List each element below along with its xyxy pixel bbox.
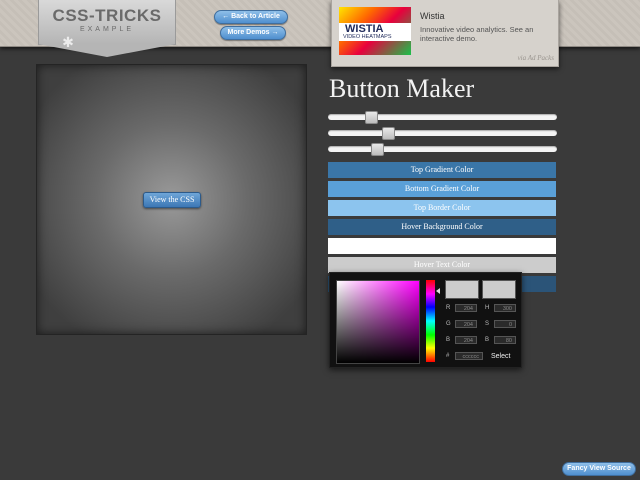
slider-2-handle[interactable] <box>382 127 395 140</box>
s-label: S <box>485 321 490 327</box>
ad-description: Innovative video analytics. See an inter… <box>420 25 534 43</box>
ad-image[interactable]: WISTIA VIDEO HEATMAPS <box>339 7 411 55</box>
h-field[interactable]: 300 <box>494 304 516 312</box>
slider-1[interactable] <box>328 111 557 124</box>
g-label: G <box>446 321 451 327</box>
more-demos-button[interactable]: More Demos → <box>220 26 286 40</box>
top-border-color-button[interactable]: Top Border Color <box>328 200 556 216</box>
s-field[interactable]: 0 <box>494 320 516 328</box>
select-button[interactable]: Select <box>491 353 510 360</box>
site-logo[interactable]: CSS-TRICKS EXAMPLE <box>38 0 176 45</box>
new-color-swatch <box>445 280 479 299</box>
brightness-label: B <box>485 337 490 343</box>
hex-label: # <box>446 353 450 359</box>
slider-3[interactable] <box>328 143 557 156</box>
fancy-view-source-button[interactable]: Fancy View Source <box>562 462 636 476</box>
text-color-button[interactable]: Text Color <box>328 238 556 254</box>
slider-3-handle[interactable] <box>371 143 384 156</box>
b-field[interactable]: 204 <box>455 336 477 344</box>
hover-text-color-button[interactable]: Hover Text Color <box>328 257 556 273</box>
ad-banner[interactable]: WISTIA VIDEO HEATMAPS Wistia Innovative … <box>331 0 559 67</box>
b-label: B <box>446 337 451 343</box>
r-label: R <box>446 305 451 311</box>
view-css-button[interactable]: View the CSS <box>143 192 201 208</box>
ad-tagline: VIDEO HEATMAPS <box>343 34 392 40</box>
slider-2[interactable] <box>328 127 557 140</box>
ad-via-link[interactable]: via Ad Packs <box>518 54 554 62</box>
brightness-field[interactable]: 80 <box>494 336 516 344</box>
star-icon: ✱ <box>62 35 74 51</box>
hex-field[interactable]: cccccc <box>455 352 483 360</box>
bottom-gradient-color-button[interactable]: Bottom Gradient Color <box>328 181 556 197</box>
current-color-swatch[interactable] <box>482 280 516 299</box>
r-field[interactable]: 204 <box>455 304 477 312</box>
logo-title: CSS-TRICKS <box>52 6 162 25</box>
hue-slider[interactable] <box>426 280 435 362</box>
logo-subtitle: EXAMPLE <box>79 26 135 33</box>
button-preview-panel: View the CSS <box>36 64 307 335</box>
page-title: Button Maker <box>329 74 475 103</box>
saturation-brightness-field[interactable] <box>336 280 420 364</box>
top-gradient-color-button[interactable]: Top Gradient Color <box>328 162 556 178</box>
color-picker[interactable]: R 204 H 300 G 204 S 0 B 204 B 80 # ccccc… <box>329 272 522 368</box>
hover-background-color-button[interactable]: Hover Background Color <box>328 219 556 235</box>
logo-banner-tip <box>38 44 176 57</box>
g-field[interactable]: 204 <box>455 320 477 328</box>
h-label: H <box>485 305 490 311</box>
slider-1-handle[interactable] <box>365 111 378 124</box>
hue-pointer-icon[interactable] <box>436 288 440 294</box>
back-to-article-button[interactable]: ← Back to Article <box>214 10 288 24</box>
ad-title[interactable]: Wistia <box>420 11 445 21</box>
